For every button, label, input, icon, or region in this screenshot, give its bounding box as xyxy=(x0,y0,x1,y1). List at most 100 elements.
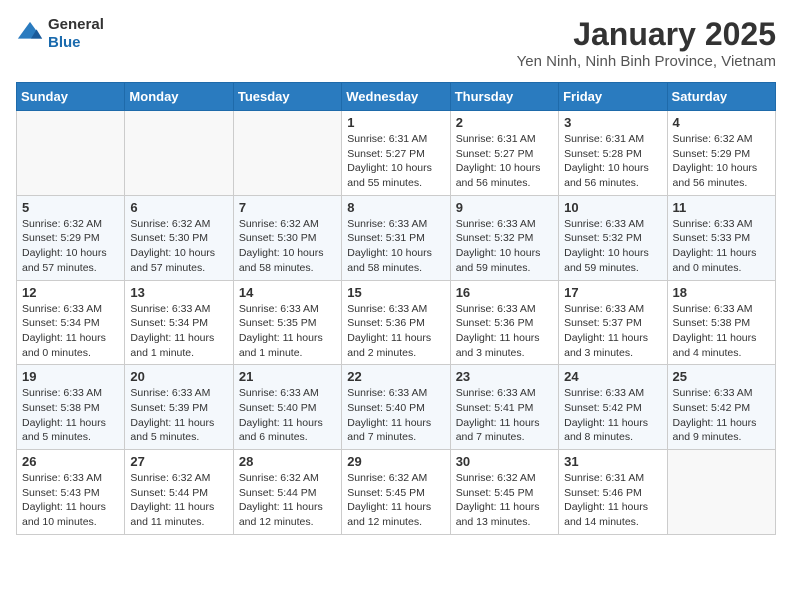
day-number: 20 xyxy=(130,369,227,384)
calendar-cell: 10 Sunrise: 6:33 AM Sunset: 5:32 PM Dayli… xyxy=(559,195,667,280)
calendar-cell: 7 Sunrise: 6:32 AM Sunset: 5:30 PM Daylig… xyxy=(233,195,341,280)
day-number: 8 xyxy=(347,200,444,215)
title-block: January 2025 Yen Ninh, Ninh Binh Provinc… xyxy=(517,16,776,70)
day-info: Sunrise: 6:32 AM Sunset: 5:45 PM Dayligh… xyxy=(456,471,553,530)
day-number: 14 xyxy=(239,285,336,300)
calendar-cell: 29Sunrise: 6:32 AM Sunset: 5:45 PM Dayli… xyxy=(342,450,450,535)
calendar-cell: 28 Sunrise: 6:32 AM Sunset: 5:44 PM Dayli… xyxy=(233,450,341,535)
weekday-header-wednesday: Wednesday xyxy=(342,83,450,111)
day-info: Sunrise: 6:33 AM Sunset: 5:41 PM Dayligh… xyxy=(456,386,553,445)
weekday-header-sunday: Sunday xyxy=(17,83,125,111)
day-info: Sunrise: 6:33 AM Sunset: 5:34 PM Dayligh… xyxy=(22,302,119,361)
day-number: 19 xyxy=(22,369,119,384)
day-number: 21 xyxy=(239,369,336,384)
day-number: 29 xyxy=(347,454,444,469)
weekday-header-thursday: Thursday xyxy=(450,83,558,111)
day-number: 28 xyxy=(239,454,336,469)
day-info: Sunrise: 6:33 AM Sunset: 5:32 PM Dayligh… xyxy=(564,217,661,276)
day-number: 13 xyxy=(130,285,227,300)
day-info: Sunrise: 6:33 AM Sunset: 5:38 PM Dayligh… xyxy=(22,386,119,445)
day-info: Sunrise: 6:33 AM Sunset: 5:36 PM Dayligh… xyxy=(456,302,553,361)
day-number: 6 xyxy=(130,200,227,215)
day-number: 24 xyxy=(564,369,661,384)
calendar-cell: 20 Sunrise: 6:33 AM Sunset: 5:39 PM Dayli… xyxy=(125,365,233,450)
calendar-cell: 25 Sunrise: 6:33 AM Sunset: 5:42 PM Dayli… xyxy=(667,365,775,450)
calendar-cell: 2 Sunrise: 6:31 AM Sunset: 5:27 PM Daylig… xyxy=(450,111,558,196)
calendar-week-row: 1Sunrise: 6:31 AM Sunset: 5:27 PM Daylig… xyxy=(17,111,776,196)
calendar-week-row: 19 Sunrise: 6:33 AM Sunset: 5:38 PM Dayli… xyxy=(17,365,776,450)
day-info: Sunrise: 6:31 AM Sunset: 5:28 PM Dayligh… xyxy=(564,132,661,191)
day-number: 2 xyxy=(456,115,553,130)
calendar-title: January 2025 xyxy=(517,16,776,53)
calendar-cell xyxy=(233,111,341,196)
logo: General Blue xyxy=(16,16,104,52)
day-info: Sunrise: 6:33 AM Sunset: 5:31 PM Dayligh… xyxy=(347,217,444,276)
calendar-cell: 11 Sunrise: 6:33 AM Sunset: 5:33 PM Dayli… xyxy=(667,195,775,280)
calendar-cell: 18Sunrise: 6:33 AM Sunset: 5:38 PM Dayli… xyxy=(667,280,775,365)
day-number: 31 xyxy=(564,454,661,469)
day-info: Sunrise: 6:32 AM Sunset: 5:30 PM Dayligh… xyxy=(239,217,336,276)
day-number: 11 xyxy=(673,200,770,215)
day-info: Sunrise: 6:33 AM Sunset: 5:42 PM Dayligh… xyxy=(564,386,661,445)
weekday-header-row: SundayMondayTuesdayWednesdayThursdayFrid… xyxy=(17,83,776,111)
calendar-subtitle: Yen Ninh, Ninh Binh Province, Vietnam xyxy=(517,53,776,70)
day-info: Sunrise: 6:33 AM Sunset: 5:40 PM Dayligh… xyxy=(239,386,336,445)
day-info: Sunrise: 6:32 AM Sunset: 5:29 PM Dayligh… xyxy=(673,132,770,191)
logo-icon xyxy=(16,20,44,48)
day-info: Sunrise: 6:33 AM Sunset: 5:34 PM Dayligh… xyxy=(130,302,227,361)
day-number: 17 xyxy=(564,285,661,300)
calendar-cell: 9Sunrise: 6:33 AM Sunset: 5:32 PM Daylig… xyxy=(450,195,558,280)
day-number: 23 xyxy=(456,369,553,384)
day-number: 25 xyxy=(673,369,770,384)
day-info: Sunrise: 6:33 AM Sunset: 5:33 PM Dayligh… xyxy=(673,217,770,276)
calendar-cell: 14Sunrise: 6:33 AM Sunset: 5:35 PM Dayli… xyxy=(233,280,341,365)
day-number: 5 xyxy=(22,200,119,215)
day-info: Sunrise: 6:31 AM Sunset: 5:27 PM Dayligh… xyxy=(456,132,553,191)
day-info: Sunrise: 6:32 AM Sunset: 5:44 PM Dayligh… xyxy=(239,471,336,530)
day-number: 27 xyxy=(130,454,227,469)
calendar-week-row: 5Sunrise: 6:32 AM Sunset: 5:29 PM Daylig… xyxy=(17,195,776,280)
calendar-cell: 19 Sunrise: 6:33 AM Sunset: 5:38 PM Dayli… xyxy=(17,365,125,450)
logo-text-blue: Blue xyxy=(48,34,81,51)
day-info: Sunrise: 6:33 AM Sunset: 5:43 PM Dayligh… xyxy=(22,471,119,530)
calendar-cell: 21 Sunrise: 6:33 AM Sunset: 5:40 PM Dayli… xyxy=(233,365,341,450)
calendar-cell xyxy=(667,450,775,535)
calendar-cell: 31 Sunrise: 6:31 AM Sunset: 5:46 PM Dayli… xyxy=(559,450,667,535)
day-info: Sunrise: 6:32 AM Sunset: 5:30 PM Dayligh… xyxy=(130,217,227,276)
calendar-cell: 12 Sunrise: 6:33 AM Sunset: 5:34 PM Dayli… xyxy=(17,280,125,365)
day-info: Sunrise: 6:33 AM Sunset: 5:38 PM Dayligh… xyxy=(673,302,770,361)
logo-text-general: General xyxy=(48,16,104,33)
day-info: Sunrise: 6:31 AM Sunset: 5:46 PM Dayligh… xyxy=(564,471,661,530)
day-info: Sunrise: 6:33 AM Sunset: 5:36 PM Dayligh… xyxy=(347,302,444,361)
day-info: Sunrise: 6:33 AM Sunset: 5:39 PM Dayligh… xyxy=(130,386,227,445)
calendar-cell: 15 Sunrise: 6:33 AM Sunset: 5:36 PM Dayli… xyxy=(342,280,450,365)
calendar-week-row: 26 Sunrise: 6:33 AM Sunset: 5:43 PM Dayli… xyxy=(17,450,776,535)
calendar-cell: 30Sunrise: 6:32 AM Sunset: 5:45 PM Dayli… xyxy=(450,450,558,535)
page-header: General Blue January 2025 Yen Ninh, Ninh… xyxy=(16,16,776,70)
day-info: Sunrise: 6:31 AM Sunset: 5:27 PM Dayligh… xyxy=(347,132,444,191)
day-number: 10 xyxy=(564,200,661,215)
day-number: 12 xyxy=(22,285,119,300)
day-number: 7 xyxy=(239,200,336,215)
calendar-cell xyxy=(125,111,233,196)
calendar-cell: 8 Sunrise: 6:33 AM Sunset: 5:31 PM Daylig… xyxy=(342,195,450,280)
calendar-cell: 3Sunrise: 6:31 AM Sunset: 5:28 PM Daylig… xyxy=(559,111,667,196)
calendar-cell: 4 Sunrise: 6:32 AM Sunset: 5:29 PM Daylig… xyxy=(667,111,775,196)
calendar-week-row: 12 Sunrise: 6:33 AM Sunset: 5:34 PM Dayli… xyxy=(17,280,776,365)
day-number: 16 xyxy=(456,285,553,300)
calendar-cell: 27 Sunrise: 6:32 AM Sunset: 5:44 PM Dayli… xyxy=(125,450,233,535)
day-info: Sunrise: 6:33 AM Sunset: 5:32 PM Dayligh… xyxy=(456,217,553,276)
weekday-header-friday: Friday xyxy=(559,83,667,111)
calendar-cell: 22 Sunrise: 6:33 AM Sunset: 5:40 PM Dayli… xyxy=(342,365,450,450)
day-info: Sunrise: 6:33 AM Sunset: 5:42 PM Dayligh… xyxy=(673,386,770,445)
calendar-cell: 26 Sunrise: 6:33 AM Sunset: 5:43 PM Dayli… xyxy=(17,450,125,535)
calendar-cell: 16 Sunrise: 6:33 AM Sunset: 5:36 PM Dayli… xyxy=(450,280,558,365)
day-info: Sunrise: 6:32 AM Sunset: 5:44 PM Dayligh… xyxy=(130,471,227,530)
weekday-header-monday: Monday xyxy=(125,83,233,111)
day-number: 22 xyxy=(347,369,444,384)
calendar-cell: 23 Sunrise: 6:33 AM Sunset: 5:41 PM Dayli… xyxy=(450,365,558,450)
day-info: Sunrise: 6:33 AM Sunset: 5:40 PM Dayligh… xyxy=(347,386,444,445)
day-number: 26 xyxy=(22,454,119,469)
day-number: 15 xyxy=(347,285,444,300)
day-number: 4 xyxy=(673,115,770,130)
